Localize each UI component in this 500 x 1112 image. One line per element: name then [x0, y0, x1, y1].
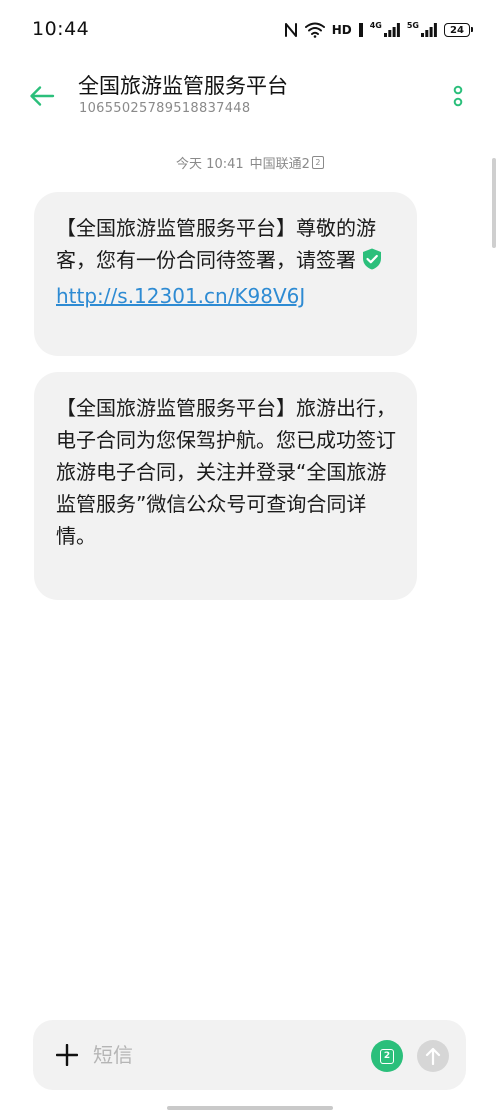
shield-check-icon	[360, 247, 384, 280]
nfc-icon	[284, 23, 297, 37]
status-icons: HD 4G 5G 24	[284, 18, 473, 42]
sim-select-button[interactable]: 2	[371, 1040, 403, 1072]
contact-name[interactable]: 全国旅游监管服务平台	[78, 70, 288, 100]
send-button[interactable]	[417, 1040, 449, 1072]
contact-number: 10655025789518837448	[79, 101, 251, 116]
message-text: 【全国旅游监管服务平台】旅游出行，电子合同为您保驾护航。您已成功签订旅游电子合同…	[56, 396, 396, 548]
hd-label: HD	[331, 23, 352, 37]
network-5g-label: 5G	[406, 21, 419, 30]
plus-icon	[56, 1044, 78, 1066]
signal-strength-icon	[421, 23, 437, 37]
add-attachment-button[interactable]	[51, 1039, 83, 1071]
message-bubble[interactable]: 【全国旅游监管服务平台】旅游出行，电子合同为您保驾护航。您已成功签订旅游电子合同…	[34, 372, 417, 600]
message-link[interactable]: http://s.12301.cn/K98V6J	[56, 284, 305, 308]
sim-card-icon: 2	[380, 1048, 394, 1064]
wifi-icon	[304, 22, 325, 38]
arrow-up-icon	[425, 1047, 441, 1065]
status-time: 10:44	[32, 18, 90, 40]
sim-card-icon: 2	[311, 156, 324, 169]
home-indicator[interactable]	[167, 1106, 333, 1110]
message-bubble[interactable]: 【全国旅游监管服务平台】尊敬的游客，您有一份合同待签署，请签署 http://s.…	[34, 192, 417, 356]
timestamp-text: 今天 10:41	[176, 157, 244, 172]
message-body: 【全国旅游监管服务平台】尊敬的游客，您有一份合同待签署，请签署	[56, 216, 376, 272]
signal-strength-icon	[383, 23, 400, 37]
message-text: 【全国旅游监管服务平台】尊敬的游客，您有一份合同待签署，请签署 http://s.…	[56, 212, 399, 312]
network-4g-label: 4G	[369, 21, 382, 30]
battery-icon: 24	[444, 23, 473, 37]
scrollbar[interactable]	[492, 158, 496, 248]
back-button[interactable]	[24, 78, 60, 114]
message-input[interactable]	[93, 1035, 333, 1075]
more-options-button[interactable]	[446, 80, 470, 112]
signal-bars-icon	[358, 23, 363, 37]
message-composer: 2	[33, 1020, 466, 1090]
message-timestamp: 今天 10:41 中国联通2 2	[0, 153, 500, 172]
conversation-header: 全国旅游监管服务平台 10655025789518837448	[0, 60, 500, 132]
status-bar: 10:44 HD 4G 5G 24	[0, 0, 500, 60]
more-vertical-icon	[453, 85, 463, 107]
carrier-text: 中国联通2	[249, 157, 310, 172]
arrow-left-icon	[30, 86, 55, 106]
